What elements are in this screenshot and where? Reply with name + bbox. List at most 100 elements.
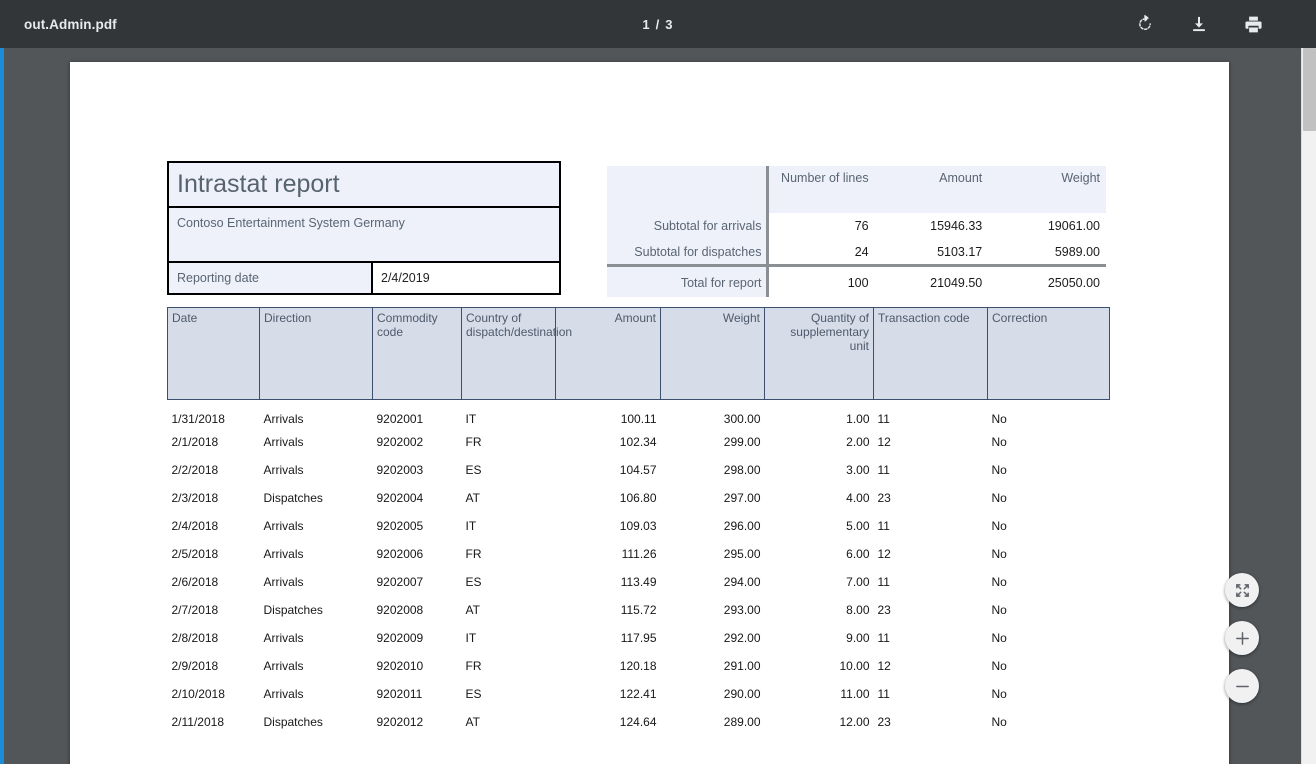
summary-row-total: Total for report 100 21049.50 25050.00: [607, 265, 1106, 297]
cell-country: FR: [462, 540, 556, 568]
cell-country: AT: [462, 596, 556, 624]
cell-date: 2/11/2018: [168, 708, 260, 736]
zoom-controls: [1225, 573, 1259, 703]
pdf-toolbar: out.Admin.pdf 1 / 3: [0, 0, 1316, 48]
cell-country: ES: [462, 568, 556, 596]
vertical-scrollbar-track[interactable]: [1301, 48, 1316, 764]
cell-commodity-code: 9202004: [373, 484, 462, 512]
cell-quantity: 2.00: [765, 428, 874, 456]
table-row: 2/2/2018Arrivals9202003ES104.57298.003.0…: [168, 456, 1110, 484]
print-button[interactable]: [1238, 9, 1268, 39]
column-header-country[interactable]: Country of dispatch/destination: [462, 308, 556, 400]
cell-country: FR: [462, 428, 556, 456]
cell-direction: Arrivals: [260, 456, 373, 484]
vertical-scrollbar-thumb[interactable]: [1303, 48, 1316, 131]
summary-total-lines: 100: [768, 265, 875, 297]
cell-quantity: 5.00: [765, 512, 874, 540]
cell-direction: Arrivals: [260, 568, 373, 596]
fit-to-page-button[interactable]: [1225, 573, 1259, 607]
cell-amount: 102.34: [556, 428, 661, 456]
summary-row-lines: 24: [768, 239, 875, 265]
summary-header-lines: Number of lines: [768, 166, 875, 213]
cell-transaction-code: 11: [874, 624, 988, 652]
download-button[interactable]: [1184, 9, 1214, 39]
column-header-weight[interactable]: Weight: [661, 308, 765, 400]
page-indicator: 1 / 3: [0, 17, 1316, 32]
column-header-correction[interactable]: Correction: [988, 308, 1110, 400]
rotate-clockwise-button[interactable]: [1130, 9, 1160, 39]
cell-amount: 106.80: [556, 484, 661, 512]
column-header-commodity[interactable]: Commodity code: [373, 308, 462, 400]
table-row: 1/31/2018Arrivals9202001IT100.11300.001.…: [168, 400, 1110, 428]
cell-correction: No: [988, 540, 1110, 568]
cell-transaction-code: 23: [874, 596, 988, 624]
cell-correction: No: [988, 512, 1110, 540]
reporting-date-value-cell: 2/4/2019: [373, 263, 559, 293]
cell-transaction-code: 12: [874, 428, 988, 456]
cell-weight: 292.00: [661, 624, 765, 652]
cell-weight: 295.00: [661, 540, 765, 568]
cell-country: ES: [462, 456, 556, 484]
table-row: 2/11/2018Dispatches9202012AT124.64289.00…: [168, 708, 1110, 736]
cell-amount: 122.41: [556, 680, 661, 708]
cell-commodity-code: 9202011: [373, 680, 462, 708]
cell-quantity: 6.00: [765, 540, 874, 568]
cell-date: 1/31/2018: [168, 400, 260, 428]
table-row: 2/9/2018Arrivals9202010FR120.18291.0010.…: [168, 652, 1110, 680]
summary-row-lines: 76: [768, 213, 875, 239]
column-header-date[interactable]: Date: [168, 308, 260, 400]
cell-transaction-code: 11: [874, 568, 988, 596]
zoom-in-button[interactable]: [1225, 621, 1259, 655]
toolbar-actions: [1130, 9, 1268, 39]
cell-weight: 294.00: [661, 568, 765, 596]
cell-weight: 290.00: [661, 680, 765, 708]
cell-weight: 289.00: [661, 708, 765, 736]
cell-direction: Arrivals: [260, 624, 373, 652]
cell-commodity-code: 9202008: [373, 596, 462, 624]
cell-amount: 111.26: [556, 540, 661, 568]
cell-quantity: 3.00: [765, 456, 874, 484]
table-row: 2/1/2018Arrivals9202002FR102.34299.002.0…: [168, 428, 1110, 456]
cell-correction: No: [988, 484, 1110, 512]
print-icon: [1243, 14, 1264, 35]
summary-row-label: Subtotal for arrivals: [607, 213, 768, 239]
cell-date: 2/8/2018: [168, 624, 260, 652]
column-header-amount[interactable]: Amount: [556, 308, 661, 400]
cell-direction: Dispatches: [260, 708, 373, 736]
column-header-quantity[interactable]: Quantity of supplementary unit: [765, 308, 874, 400]
cell-country: IT: [462, 624, 556, 652]
cell-correction: No: [988, 624, 1110, 652]
cell-country: IT: [462, 400, 556, 428]
cell-date: 2/3/2018: [168, 484, 260, 512]
table-row: 2/3/2018Dispatches9202004AT106.80297.004…: [168, 484, 1110, 512]
summary-table: Number of lines Amount Weight Subtotal f…: [607, 166, 1106, 297]
zoom-out-button[interactable]: [1225, 669, 1259, 703]
summary-header-blank: [607, 166, 768, 213]
cell-date: 2/2/2018: [168, 456, 260, 484]
pdf-viewer-area[interactable]: Intrastat report Contoso Entertainment S…: [0, 48, 1316, 764]
cell-quantity: 1.00: [765, 400, 874, 428]
download-icon: [1189, 14, 1209, 34]
cell-date: 2/5/2018: [168, 540, 260, 568]
cell-commodity-code: 9202012: [373, 708, 462, 736]
report-company-cell: Contoso Entertainment System Germany: [169, 208, 559, 263]
column-header-transaction[interactable]: Transaction code: [874, 308, 988, 400]
reporting-date-value: 2/4/2019: [381, 271, 430, 285]
table-row: 2/4/2018Arrivals9202005IT109.03296.005.0…: [168, 512, 1110, 540]
cell-direction: Arrivals: [260, 400, 373, 428]
reporting-date-label-cell: Reporting date: [169, 263, 373, 293]
cell-country: IT: [462, 512, 556, 540]
cell-amount: 124.64: [556, 708, 661, 736]
cell-amount: 115.72: [556, 596, 661, 624]
cell-direction: Arrivals: [260, 540, 373, 568]
cell-correction: No: [988, 596, 1110, 624]
cell-amount: 100.11: [556, 400, 661, 428]
cell-direction: Arrivals: [260, 680, 373, 708]
summary-row-weight: 5989.00: [988, 239, 1106, 265]
column-header-direction[interactable]: Direction: [260, 308, 373, 400]
cell-transaction-code: 11: [874, 512, 988, 540]
table-row: 2/6/2018Arrivals9202007ES113.49294.007.0…: [168, 568, 1110, 596]
table-row: 2/8/2018Arrivals9202009IT117.95292.009.0…: [168, 624, 1110, 652]
cell-date: 2/4/2018: [168, 512, 260, 540]
cell-date: 2/6/2018: [168, 568, 260, 596]
